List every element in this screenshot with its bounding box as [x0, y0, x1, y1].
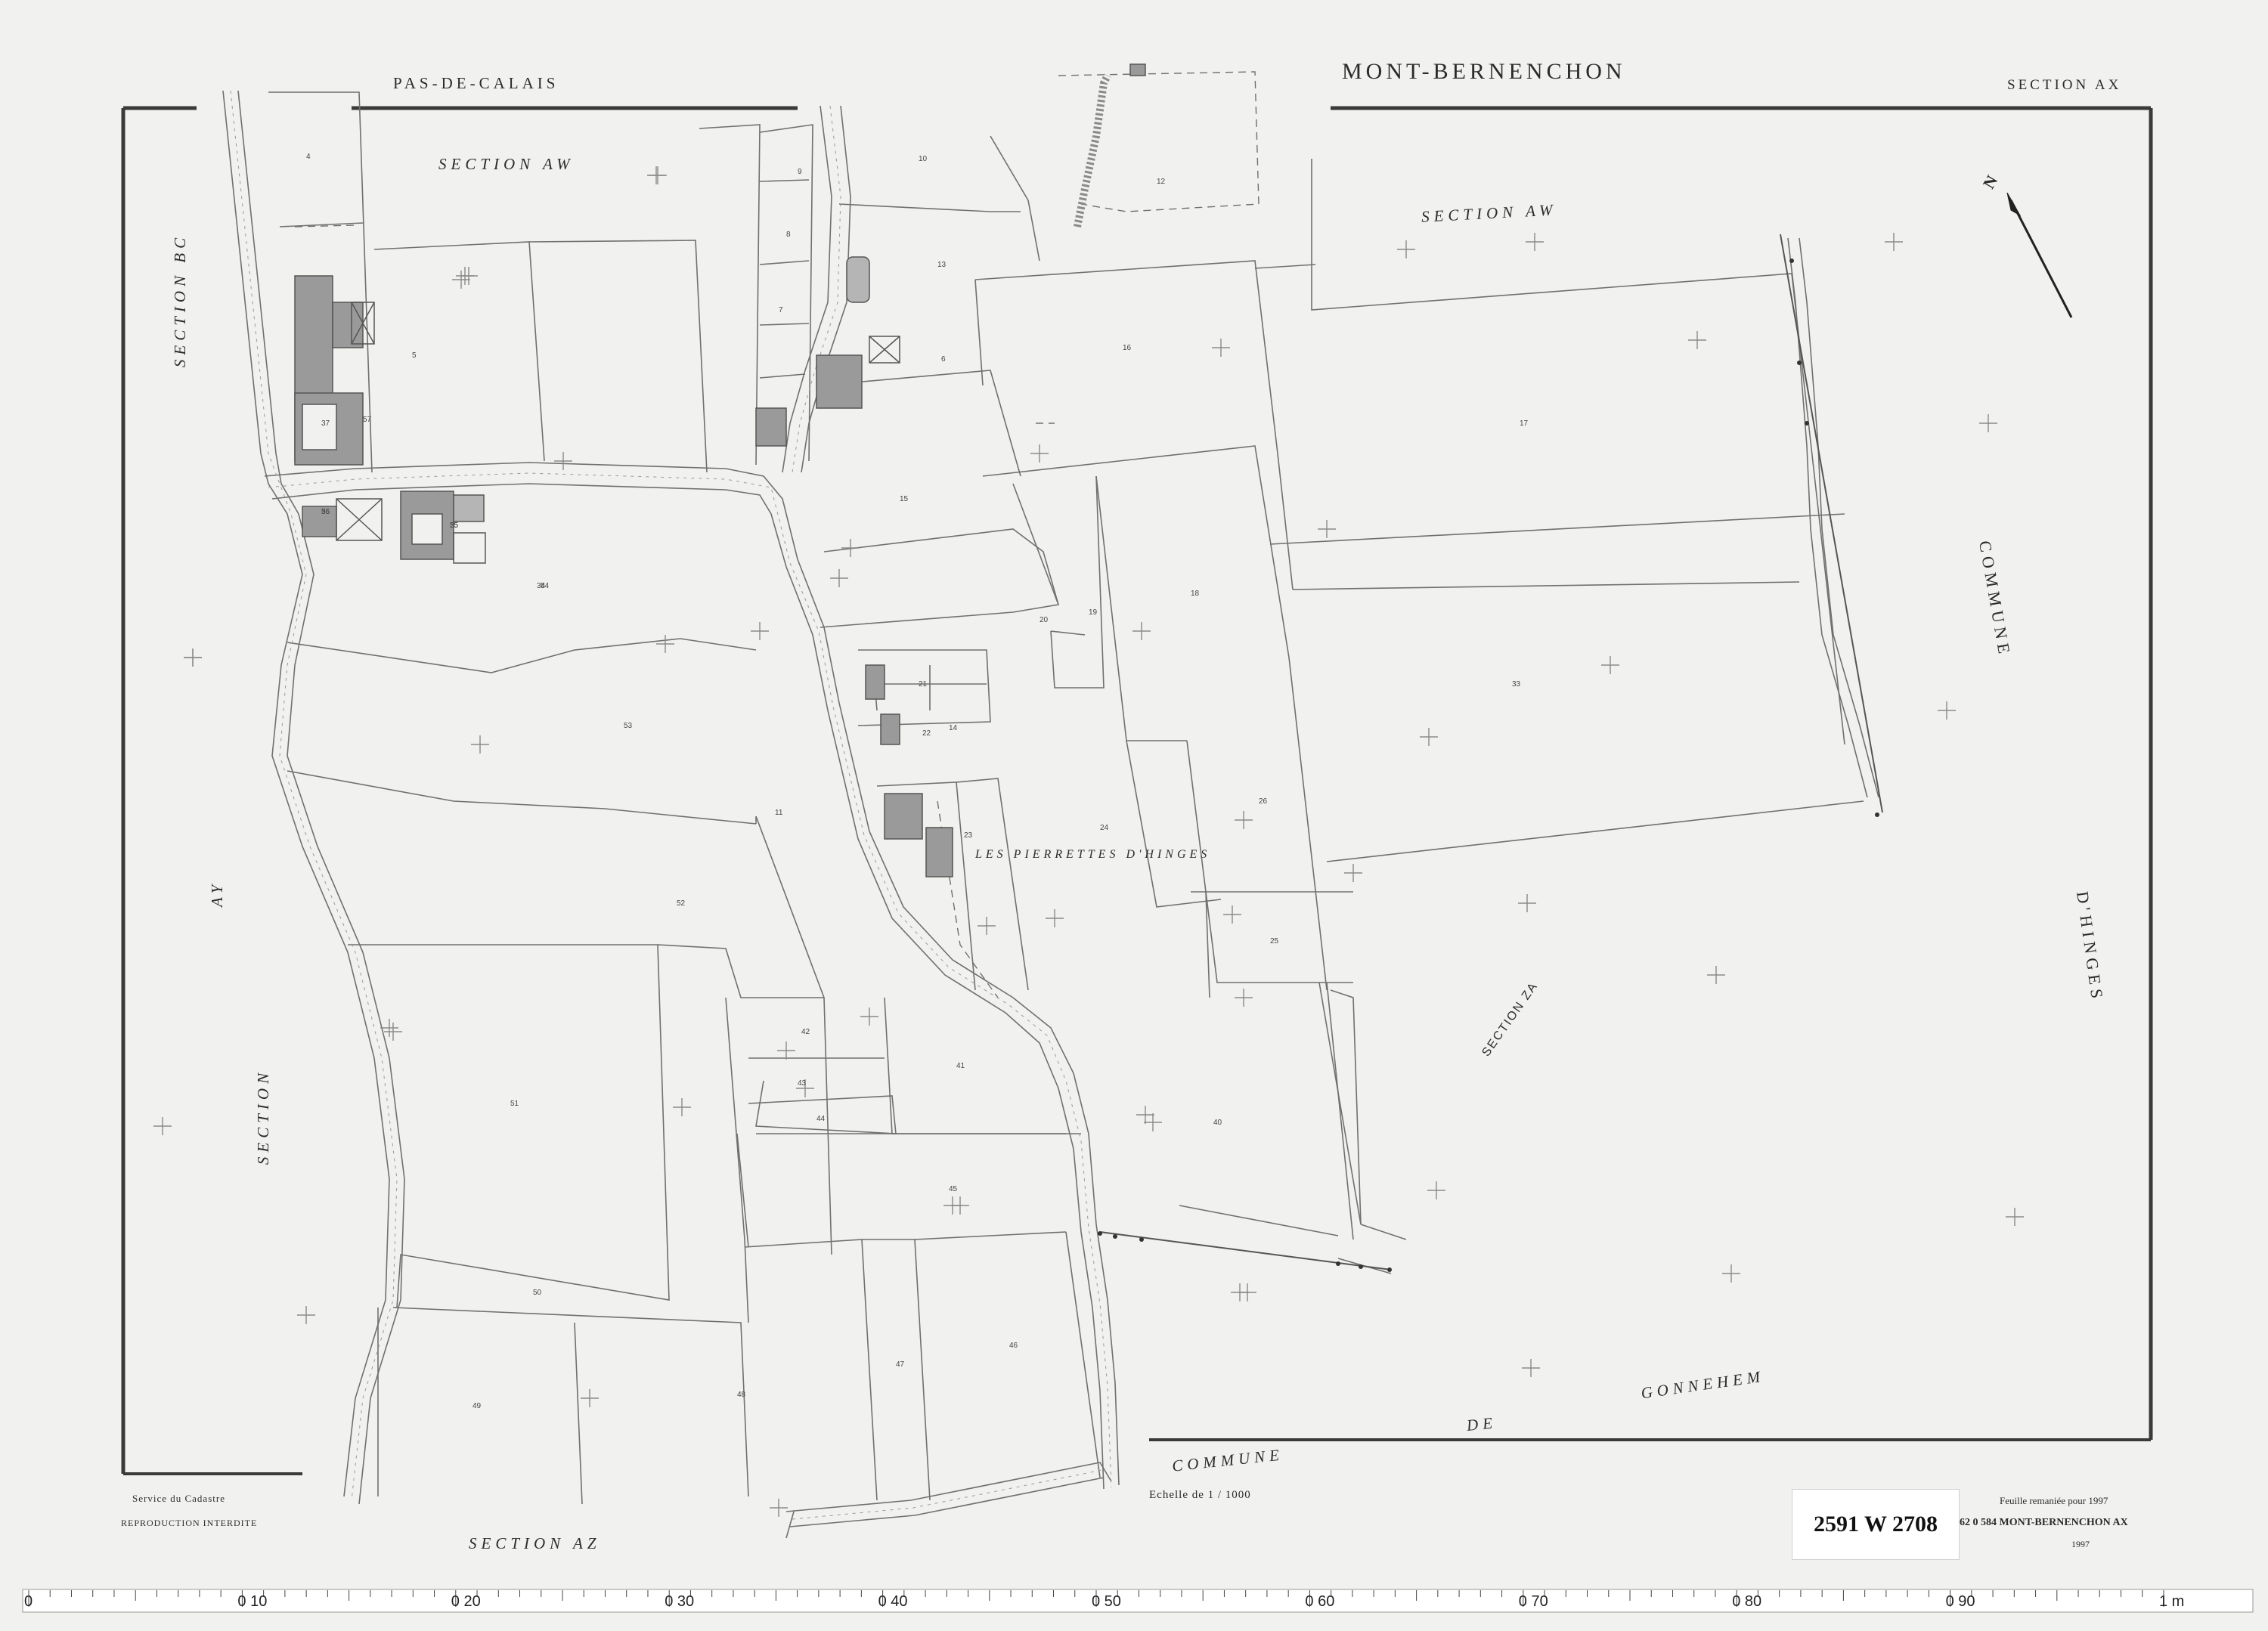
parcel-number: 18: [1191, 590, 1200, 598]
parcel-number: 33: [1512, 680, 1521, 689]
parcel-number: 22: [922, 729, 931, 738]
parcel-number: 13: [937, 261, 947, 269]
parcel-number: 23: [964, 831, 973, 840]
parcel-number: 52: [677, 899, 686, 908]
parcel-number: 46: [1009, 1342, 1018, 1350]
parcel-number: 44: [816, 1115, 826, 1123]
parcel-number: 42: [801, 1028, 810, 1036]
parcel-number: 7: [779, 306, 783, 314]
label-section-az: SECTION AZ: [469, 1534, 601, 1552]
parcel-number: 14: [949, 724, 958, 732]
parcel-number: 25: [1270, 937, 1279, 945]
ruler-label: 0 10: [237, 1593, 268, 1610]
ruler-label: 0 50: [1092, 1593, 1121, 1610]
parcel-number: 57: [363, 416, 372, 424]
section-title: SECTION AX: [2007, 77, 2122, 93]
ruler-labels: 0 0 10 0 20 0 30 0 40 0 50 0 60 0 70 0 80 0 90 1 m: [0, 1590, 2268, 1631]
ruler-label: 0 80: [1732, 1593, 1762, 1610]
parcel-number: 49: [472, 1402, 482, 1410]
parcel-number: 37: [321, 419, 330, 428]
ruler-label: 0 40: [878, 1593, 908, 1610]
parcel-number: 45: [949, 1185, 958, 1193]
parcel-number: 12: [1157, 178, 1166, 186]
cadastral-map: [0, 0, 2268, 1631]
label-section-ay: AY: [208, 880, 227, 908]
parcel-number: 48: [737, 1391, 746, 1399]
footer-reproduction: REPRODUCTION INTERDITE: [121, 1518, 258, 1528]
parcel-number: 17: [1520, 419, 1529, 428]
department-title: PAS-DE-CALAIS: [393, 74, 559, 92]
ruler-label: 0 60: [1305, 1593, 1335, 1610]
parcel-number: 26: [1259, 797, 1268, 806]
archive-reference-label: 2591 W 2708: [1792, 1489, 1960, 1560]
footer-feuille: Feuille remaniée pour 1997: [2000, 1495, 2108, 1506]
parcel-number: 15: [900, 495, 909, 503]
footer-year: 1997: [2071, 1539, 2090, 1549]
commune-title: MONT-BERNENCHON: [1342, 59, 1626, 84]
parcel-number: 43: [798, 1079, 807, 1088]
footer-scale: Echelle de 1 / 1000: [1149, 1489, 1251, 1501]
parcel-number: 40: [1213, 1119, 1222, 1127]
parcel-number: 19: [1089, 608, 1098, 617]
parcel-number: 11: [775, 809, 783, 817]
ruler-label: 0: [24, 1593, 33, 1610]
parcel-number: 50: [533, 1289, 542, 1297]
parcel-number: 16: [1123, 344, 1132, 352]
label-section-bc: SECTION BC: [171, 233, 190, 368]
ruler-label: 1 m: [2159, 1593, 2185, 1610]
parcel-number: 20: [1040, 616, 1049, 624]
ruler-label: 0 70: [1518, 1593, 1548, 1610]
ruler-label: 0 20: [451, 1593, 481, 1610]
label-commune-gonnehem-2: DE: [1465, 1413, 1498, 1435]
footer-service: Service du Cadastre: [132, 1493, 225, 1504]
ruler-label: 0 90: [1945, 1593, 1975, 1610]
parcel-number: 53: [624, 722, 633, 730]
label-section-aw-left: SECTION AW: [438, 155, 575, 173]
parcel-number: 24: [1100, 824, 1109, 832]
parcel-number: 8: [786, 231, 791, 239]
label-locality: LES PIERRETTES D'HINGES: [975, 848, 1211, 861]
parcel-number: 56: [321, 508, 330, 516]
parcel-number: 47: [896, 1360, 905, 1369]
parcel-number: 9: [798, 168, 802, 176]
parcel-number: 54: [541, 582, 550, 590]
parcel-number: 41: [956, 1062, 965, 1070]
parcel-number: 5: [412, 351, 417, 360]
parcel-number: 55: [450, 521, 459, 530]
parcel-number: 10: [919, 155, 928, 163]
parcel-number: 51: [510, 1100, 519, 1108]
parcel-number: 4: [306, 153, 311, 161]
ruler-label: 0 30: [665, 1593, 695, 1610]
parcel-number: 21: [919, 680, 928, 689]
footer-code: 62 0 584 MONT-BERNENCHON AX: [1960, 1517, 2128, 1528]
label-section-ay-word: SECTION: [254, 1068, 273, 1165]
parcel-number: 6: [941, 355, 946, 364]
